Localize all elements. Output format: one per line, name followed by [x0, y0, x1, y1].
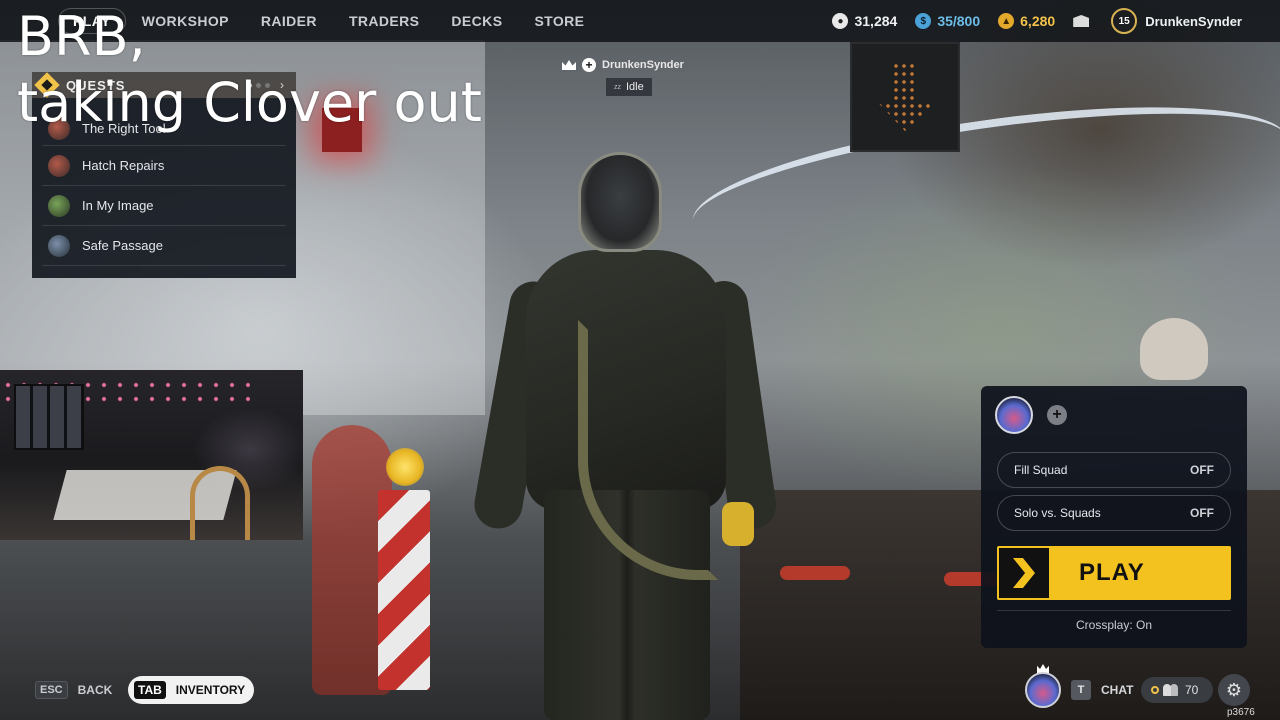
back-label: BACK — [77, 683, 113, 697]
crossplay-status[interactable]: Crossplay: On — [981, 618, 1247, 632]
striped-barrier — [378, 490, 430, 690]
squad-leader-avatar[interactable] — [995, 396, 1033, 434]
invite-plus-icon[interactable]: + — [1047, 405, 1067, 425]
arrow-sign-icon — [876, 62, 936, 132]
player-avatar[interactable] — [1025, 672, 1061, 708]
brb-line-1: BRB, — [17, 5, 146, 68]
creds-icon: $ — [915, 13, 932, 29]
player-name: DrunkenSynder — [1145, 13, 1242, 29]
raider-tokens-balance[interactable]: ▲ 6,280 — [998, 13, 1055, 29]
character-helmet — [578, 152, 662, 252]
quest-item[interactable]: In My Image — [42, 186, 286, 226]
raider-token-icon: ▲ — [998, 13, 1015, 29]
crown-icon — [562, 60, 576, 70]
t-key-icon: T — [1071, 680, 1091, 700]
raider-character — [470, 150, 780, 720]
plus-icon[interactable]: + — [582, 58, 596, 72]
creds-balance[interactable]: $ 35/800 — [915, 13, 980, 29]
fill-squad-toggle[interactable]: Fill Squad OFF — [997, 452, 1231, 488]
player-status-text: Idle — [626, 81, 644, 93]
webcam-feed — [0, 370, 303, 540]
inventory-label: INVENTORY — [175, 683, 246, 697]
currency-bar: ● 31,284 $ 35/800 ▲ 6,280 15 DrunkenSynd… — [832, 0, 1280, 42]
quest-label: In My Image — [82, 198, 154, 213]
bar-stool — [780, 566, 850, 580]
background-raider-helmet — [1140, 318, 1208, 380]
chat-button[interactable]: T CHAT — [1071, 680, 1133, 700]
play-chevron-icon — [999, 548, 1049, 598]
raider-tokens-value: 6,280 — [1020, 13, 1056, 29]
sleep-icon: zz — [614, 83, 621, 91]
matchmaking-panel: + Fill Squad OFF Solo vs. Squads OFF PLA… — [981, 386, 1247, 648]
creds-value: 35/800 — [937, 13, 981, 29]
quest-item[interactable]: Safe Passage — [42, 226, 286, 266]
mail-icon[interactable] — [1073, 15, 1090, 27]
quest-giver-avatar — [48, 154, 70, 177]
arrow-sign-board — [850, 42, 960, 152]
gear-icon: ⚙ — [1225, 679, 1243, 700]
quest-item[interactable]: Hatch Repairs — [42, 146, 286, 186]
empty-chair — [190, 466, 250, 540]
solo-vs-squads-state: OFF — [1190, 506, 1214, 520]
fill-squad-label: Fill Squad — [1014, 463, 1068, 477]
settings-button[interactable]: ⚙ — [1218, 674, 1250, 706]
level-badge: 15 — [1111, 8, 1138, 34]
friends-online-count: 70 — [1185, 683, 1199, 697]
chat-label: CHAT — [1101, 683, 1134, 697]
nav-tab-store[interactable]: STORE — [518, 0, 600, 42]
fill-squad-state: OFF — [1190, 463, 1214, 477]
lobby-player-name: DrunkenSynder — [602, 59, 684, 71]
solo-vs-squads-toggle[interactable]: Solo vs. Squads OFF — [997, 495, 1231, 531]
esc-key-icon: ESC — [35, 681, 68, 699]
brb-overlay-text: BRB, taking Clover out — [17, 4, 482, 136]
back-hint[interactable]: ESC BACK — [35, 681, 112, 699]
player-status-badge: zz Idle — [606, 78, 652, 96]
tab-key-icon: TAB — [134, 681, 166, 699]
player-profile[interactable]: 15 DrunkenSynder — [1111, 8, 1242, 34]
room-window — [14, 384, 84, 450]
play-button-label: PLAY — [1079, 559, 1145, 586]
squad-row: + — [995, 396, 1067, 434]
build-id: p3676 — [1227, 707, 1255, 718]
beacon-light — [386, 448, 424, 486]
coins-balance[interactable]: ● 31,284 — [832, 13, 897, 29]
quest-giver-avatar — [48, 234, 70, 257]
inventory-button[interactable]: TAB INVENTORY — [128, 676, 254, 704]
play-button[interactable]: PLAY — [997, 546, 1231, 600]
coins-value: 31,284 — [854, 13, 898, 29]
quest-label: Safe Passage — [82, 238, 163, 253]
coin-icon: ● — [832, 13, 849, 29]
quest-label: Hatch Repairs — [82, 158, 165, 173]
character-yellow-glove — [722, 502, 754, 546]
brb-line-2: taking Clover out — [17, 71, 482, 134]
quest-giver-avatar — [48, 194, 70, 217]
lobby-player-tag: + DrunkenSynder — [562, 58, 684, 72]
solo-vs-squads-label: Solo vs. Squads — [1014, 506, 1101, 520]
divider — [997, 610, 1231, 611]
friends-button[interactable]: 70 — [1141, 677, 1213, 703]
online-status-icon — [1151, 686, 1159, 694]
people-icon — [1163, 684, 1179, 696]
